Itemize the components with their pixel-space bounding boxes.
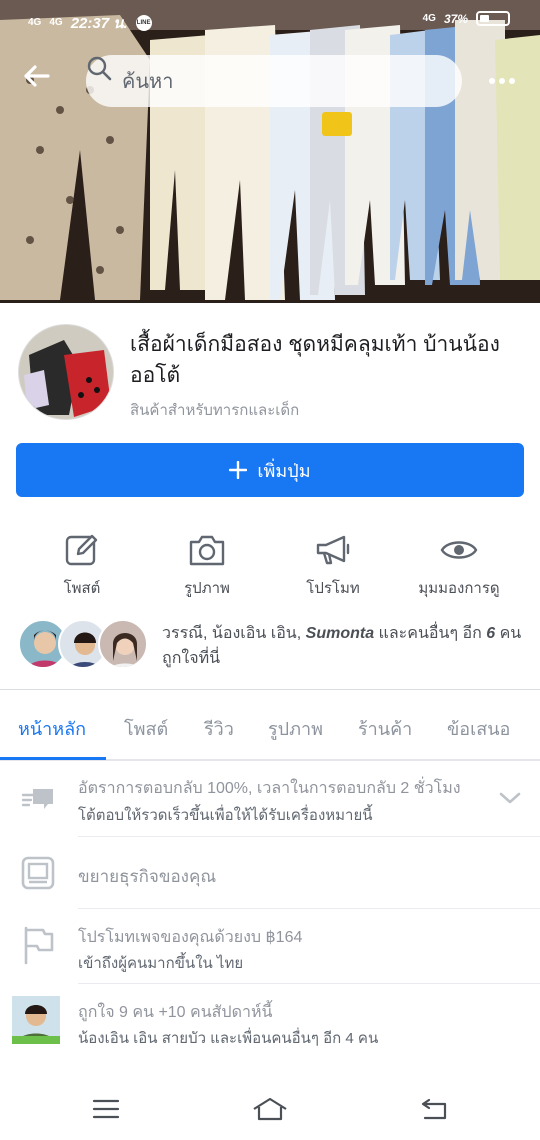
- grow-business-row[interactable]: ขยายธุรกิจของคุณ: [0, 837, 540, 909]
- back-button[interactable]: [22, 64, 62, 100]
- edit-icon: [65, 534, 98, 566]
- response-rate-hint: โต้ตอบให้รวดเร็วขึ้นเพื่อให้ได้รับเครื่อ…: [78, 807, 373, 824]
- page-actions: โพสต์ รูปภาพ โปรโมท มุมมองการดู: [0, 530, 540, 600]
- likers-avatars[interactable]: [18, 619, 148, 669]
- page-avatar[interactable]: [18, 324, 114, 420]
- clock: 22:37 น.: [70, 15, 128, 32]
- response-rate-row[interactable]: อัตราการตอบกลับ 100%, เวลาในการตอบกลับ 2…: [0, 772, 540, 836]
- likes-count: 6: [486, 625, 496, 642]
- tab-shop[interactable]: ร้านค้า: [358, 714, 412, 743]
- arrow-left-icon: [24, 65, 50, 87]
- system-nav-bar: [0, 1076, 540, 1140]
- weekly-likes-row[interactable]: ถูกใจ 9 คน +10 คนสัปดาห์นี้ น้องเอิน เอิ…: [0, 984, 540, 1058]
- action-view-as-label: มุมมองการดู: [418, 580, 500, 597]
- action-promote-label: โปรโมท: [306, 580, 360, 597]
- dot-icon: [509, 78, 515, 84]
- battery-percent: 37%: [443, 11, 468, 26]
- search-icon: [87, 56, 112, 81]
- promote-row[interactable]: โปรโมทเพจของคุณด้วยงบ ฿164 เข้าถึงผู้คนม…: [0, 909, 540, 983]
- action-post-label: โพสต์: [63, 580, 101, 597]
- cover-image: [0, 0, 540, 303]
- response-rate-text: อัตราการตอบกลับ 100%, เวลาในการตอบกลับ 2…: [78, 780, 461, 797]
- active-tab-indicator: [0, 757, 106, 760]
- flag-icon: [24, 926, 54, 965]
- status-bar: 4G 4G 22:37 น. LINE 4G 37%: [0, 0, 540, 40]
- promote-hint: เข้าถึงผู้คนมากขึ้นใน ไทย: [78, 955, 244, 972]
- avatar-image: [19, 325, 113, 419]
- action-view-as[interactable]: มุมมองการดู: [399, 530, 519, 600]
- likes-unit: คน: [499, 625, 522, 642]
- home-icon: [253, 1097, 287, 1121]
- add-button[interactable]: เพิ่มปุ่ม: [16, 443, 524, 497]
- likes-line2: ถูกใจที่นี่: [162, 650, 221, 667]
- dot-icon: [499, 78, 505, 84]
- tab-photos[interactable]: รูปภาพ: [268, 714, 323, 743]
- return-icon: [421, 1098, 447, 1120]
- home-button[interactable]: [250, 1094, 290, 1124]
- search-input[interactable]: ค้นหา: [86, 55, 462, 107]
- action-photo[interactable]: รูปภาพ: [147, 530, 267, 600]
- dot-icon: [489, 78, 495, 84]
- promote-text: โปรโมทเพจของคุณด้วยงบ ฿164: [78, 929, 303, 946]
- add-button-label: เพิ่มปุ่ม: [257, 460, 311, 481]
- megaphone-icon: [316, 535, 350, 565]
- avatar: [12, 996, 60, 1044]
- avatar: [98, 619, 148, 669]
- signal-icon: 4G: [49, 17, 63, 28]
- action-photo-label: รูปภาพ: [184, 580, 230, 597]
- screen-icon: [21, 856, 55, 890]
- signal-icon: 4G: [28, 17, 42, 28]
- more-options-button[interactable]: [482, 66, 522, 96]
- signal-icon: 4G: [422, 12, 436, 24]
- page-title: เสื้อผ้าเด็กมือสอง ชุดหมีคลุมเท้า บ้านน้…: [130, 333, 500, 387]
- likes-rest: และคนอื่นๆ อีก: [378, 625, 482, 642]
- search-placeholder: ค้นหา: [122, 71, 174, 93]
- grow-business-text: ขยายธุรกิจของคุณ: [78, 867, 217, 886]
- message-icon: [21, 789, 53, 809]
- menu-button[interactable]: [86, 1094, 126, 1124]
- back-nav-button[interactable]: [414, 1094, 454, 1124]
- page-category[interactable]: สินค้าสำหรับทารกและเด็ก: [130, 398, 299, 422]
- weekly-likes-text: ถูกใจ 9 คน +10 คนสัปดาห์นี้: [78, 1004, 273, 1021]
- menu-icon: [92, 1099, 120, 1119]
- page-tabs: หน้าหลัก โพสต์ รีวิว รูปภาพ ร้านค้า ข้อเ…: [0, 696, 540, 758]
- eye-icon: [440, 541, 478, 559]
- camera-icon: [189, 535, 225, 566]
- tab-offers[interactable]: ข้อเสนอ: [447, 714, 510, 743]
- action-promote[interactable]: โปรโมท: [273, 530, 393, 600]
- tab-posts[interactable]: โพสต์: [124, 714, 168, 743]
- cover-photo[interactable]: 4G 4G 22:37 น. LINE 4G 37% ค้นหา: [0, 0, 540, 303]
- likes-summary[interactable]: วรรณี, น้องเอิน เอิน, Sumonta และคนอื่นๆ…: [162, 621, 532, 671]
- battery-icon: [476, 11, 510, 26]
- divider: [0, 689, 540, 690]
- line-app-icon: LINE: [135, 15, 152, 31]
- chevron-down-icon[interactable]: [498, 790, 522, 806]
- tab-reviews[interactable]: รีวิว: [204, 714, 234, 743]
- weekly-likes-hint: น้องเอิน เอิน สายบัว และเพื่อนคนอื่นๆ อี…: [78, 1030, 379, 1047]
- action-post[interactable]: โพสต์: [22, 530, 142, 600]
- plus-icon: [229, 461, 248, 479]
- likes-name-bold: Sumonta: [305, 625, 375, 642]
- likes-names: วรรณี, น้องเอิน เอิน,: [162, 625, 302, 642]
- tab-home[interactable]: หน้าหลัก: [18, 714, 86, 743]
